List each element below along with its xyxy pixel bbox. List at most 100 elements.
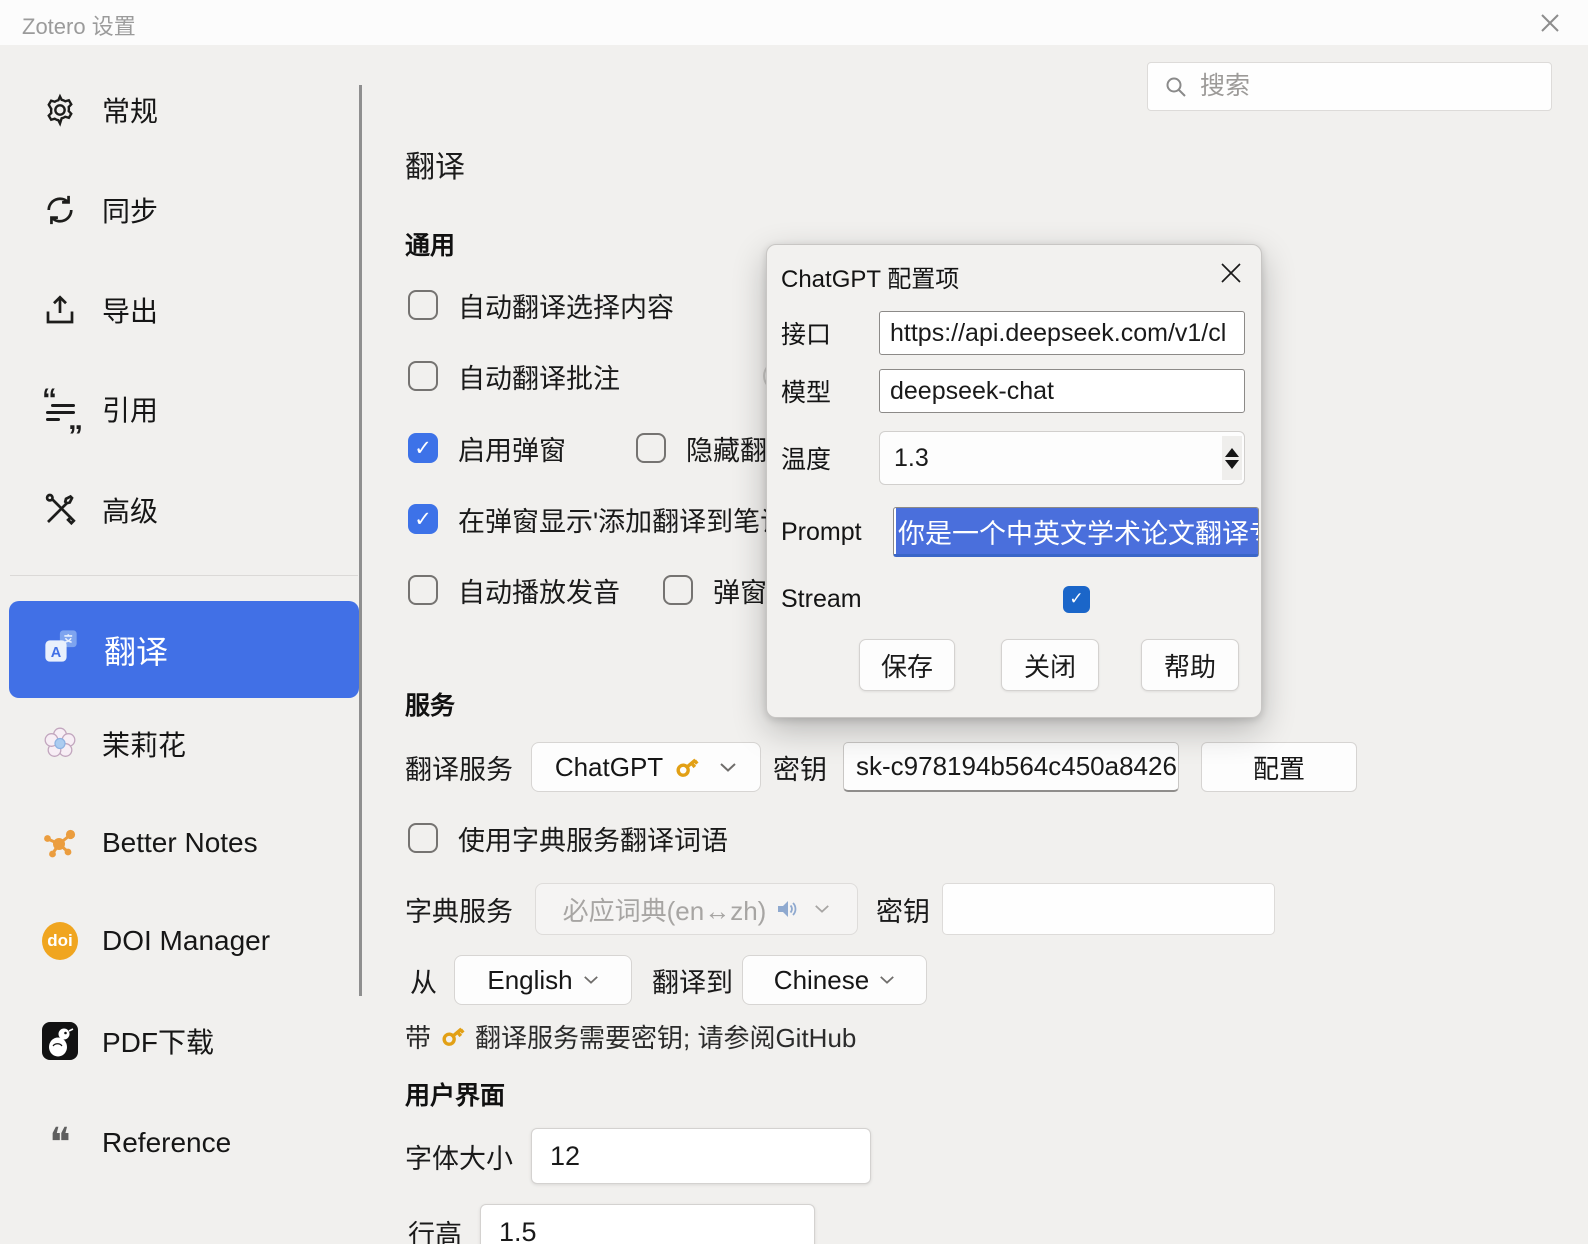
prompt-input[interactable]: 你是一个中英文学术论文翻译专 — [893, 507, 1259, 557]
sidebar-item-sync[interactable]: 同步 — [0, 182, 356, 238]
section-general: 通用 — [405, 226, 455, 262]
section-services: 服务 — [405, 686, 455, 722]
temperature-spinner[interactable]: 1.3 — [879, 431, 1245, 485]
endpoint-input[interactable]: https://api.deepseek.com/v1/cl — [879, 311, 1245, 355]
sidebar-item-label: DOI Manager — [102, 925, 270, 957]
doi-icon: doi — [42, 923, 78, 959]
checkbox-row-show-add-to-note[interactable]: 在弹窗显示'添加翻译到笔记 — [408, 494, 787, 544]
zotero-settings-window: Zotero 设置 常规 同步 导出 “ „ 引 — [0, 0, 1588, 1244]
config-button[interactable]: 配置 — [1201, 742, 1357, 792]
better-notes-icon — [42, 825, 78, 861]
search-box[interactable] — [1147, 62, 1552, 111]
sidebar-item-label: 常规 — [102, 90, 158, 130]
spinner-up-icon[interactable] — [1225, 448, 1239, 457]
sidebar-item-export[interactable]: 导出 — [0, 282, 356, 338]
key-icon — [667, 747, 706, 786]
sidebar-item-translate[interactable]: A 翻译 — [9, 601, 359, 698]
dialog-close-button[interactable] — [1211, 253, 1251, 293]
checkbox-row-use-dict-service[interactable]: 使用字典服务翻译词语 — [408, 813, 728, 863]
checkbox-unchecked[interactable] — [408, 575, 438, 605]
temperature-row: 温度 1.3 — [781, 431, 831, 485]
search-input[interactable] — [1200, 72, 1530, 101]
from-language-dropdown[interactable]: English — [454, 955, 632, 1005]
doi-icon-text: doi — [47, 931, 73, 951]
sidebar-item-doi-manager[interactable]: doi DOI Manager — [0, 913, 356, 969]
dict-service-row: 字典服务 必应词典(en↔zh) 密钥 — [405, 883, 1275, 935]
chevron-down-icon — [583, 975, 599, 985]
sidebar-item-label: 茉莉花 — [102, 724, 186, 764]
close-icon — [1537, 10, 1563, 36]
dialog-title: ChatGPT 配置项 — [781, 259, 959, 294]
close-button[interactable]: 关闭 — [1001, 639, 1099, 691]
checkbox-checked[interactable] — [408, 504, 438, 534]
gear-icon — [42, 92, 78, 128]
checkbox-unchecked[interactable] — [408, 361, 438, 391]
window-close-button[interactable] — [1530, 5, 1570, 41]
tools-icon — [42, 492, 78, 528]
svg-text:A: A — [51, 645, 62, 661]
jasmine-flower-icon — [42, 726, 78, 762]
spinner-arrows[interactable] — [1222, 436, 1242, 480]
checkbox-row-enable-popup[interactable]: 启用弹窗 隐藏翻译弹 — [408, 423, 821, 473]
selected-text: 你是一个中英文学术论文翻译专 — [896, 508, 1259, 555]
api-key-input[interactable]: sk-c978194b564c450a8426 — [843, 742, 1179, 792]
sidebar-item-jasmine[interactable]: 茉莉花 — [0, 716, 356, 772]
cite-icon: “ „ — [42, 391, 78, 427]
chevron-down-icon — [879, 975, 895, 985]
save-button[interactable]: 保存 — [859, 639, 955, 691]
export-icon — [42, 292, 78, 328]
sidebar-item-label: PDF下载 — [102, 1021, 214, 1061]
penguin-icon — [42, 1023, 78, 1059]
search-icon — [1164, 75, 1188, 99]
endpoint-row: 接口 https://api.deepseek.com/v1/cl — [781, 311, 831, 355]
sidebar-item-better-notes[interactable]: Better Notes — [0, 815, 356, 871]
sidebar-item-label: 翻译 — [104, 627, 168, 673]
speaker-icon — [776, 898, 798, 920]
sidebar-item-label: 高级 — [102, 490, 158, 530]
checkbox-unchecked[interactable] — [408, 290, 438, 320]
key-required-note: 带 翻译服务需要密钥; 请参阅GitHub — [405, 1018, 856, 1054]
line-height-row: 行高 1.5 — [408, 1204, 815, 1244]
sidebar-item-pdf-download[interactable]: PDF下载 — [0, 1013, 356, 1069]
page-title: 翻译 — [405, 142, 465, 186]
close-icon — [1218, 260, 1244, 286]
language-row: 从 English 翻译到 Chinese — [410, 954, 927, 1006]
pane-divider[interactable] — [359, 85, 362, 996]
translate-icon: A — [42, 627, 80, 673]
checkbox-unchecked[interactable] — [408, 823, 438, 853]
checkbox-row-auto-play[interactable]: 自动播放发音 弹窗中 — [408, 565, 794, 615]
sidebar-item-label: 导出 — [102, 290, 158, 330]
sidebar-item-advanced[interactable]: 高级 — [0, 482, 356, 538]
section-ui: 用户界面 — [405, 1076, 505, 1112]
dict-key-input[interactable] — [942, 883, 1275, 935]
translate-service-row: 翻译服务 ChatGPT 密钥 sk-c978194b564c450a8426 … — [405, 742, 1357, 792]
spinner-down-icon[interactable] — [1225, 460, 1239, 469]
stream-checkbox[interactable] — [1063, 586, 1090, 613]
font-size-input[interactable]: 12 — [531, 1128, 871, 1184]
sidebar-item-general[interactable]: 常规 — [0, 82, 356, 138]
translate-service-dropdown[interactable]: ChatGPT — [531, 742, 761, 792]
model-row: 模型 deepseek-chat — [781, 369, 831, 413]
checkbox-unchecked[interactable] — [663, 575, 693, 605]
stream-row: Stream — [781, 579, 862, 619]
checkbox-checked[interactable] — [408, 433, 438, 463]
chatgpt-config-dialog: ChatGPT 配置项 接口 https://api.deepseek.com/… — [766, 244, 1262, 718]
help-button[interactable]: 帮助 — [1141, 639, 1239, 691]
chevron-down-icon — [814, 904, 830, 914]
checkbox-unchecked[interactable] — [636, 433, 666, 463]
model-input[interactable]: deepseek-chat — [879, 369, 1245, 413]
sidebar-item-cite[interactable]: “ „ 引用 — [0, 381, 356, 437]
font-size-row: 字体大小 12 — [405, 1128, 871, 1184]
chevron-down-icon — [719, 762, 737, 773]
window-title: Zotero 设置 — [22, 9, 136, 41]
sidebar-item-label: 同步 — [102, 190, 158, 230]
key-icon — [433, 1016, 472, 1055]
sidebar-item-reference[interactable]: ❝ Reference — [0, 1115, 356, 1171]
to-language-dropdown[interactable]: Chinese — [742, 955, 927, 1005]
sidebar-separator — [10, 575, 358, 576]
dict-service-dropdown[interactable]: 必应词典(en↔zh) — [535, 883, 858, 935]
line-height-input[interactable]: 1.5 — [480, 1204, 815, 1244]
sync-icon — [42, 192, 78, 228]
checkbox-row-auto-translate-selection[interactable]: 自动翻译选择内容 — [408, 280, 674, 330]
titlebar — [0, 0, 1588, 45]
